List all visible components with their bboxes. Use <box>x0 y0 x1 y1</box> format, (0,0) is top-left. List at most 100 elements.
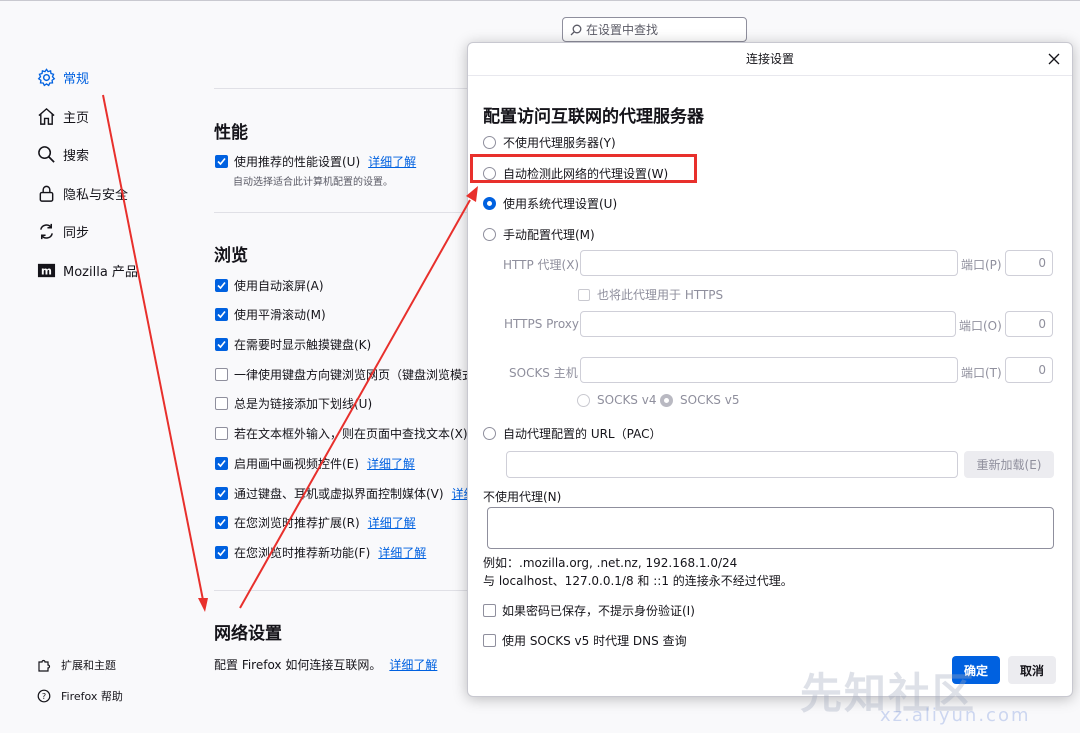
sidebar-item-label: 搜索 <box>63 148 90 164</box>
checkbox-checked[interactable] <box>215 308 228 321</box>
no-proxy-textarea[interactable] <box>487 507 1054 549</box>
radio-no-proxy[interactable]: 不使用代理服务器(Y) <box>483 134 616 151</box>
mozilla-icon: m <box>36 260 56 280</box>
sidebar-item-sync[interactable]: 同步 <box>36 221 89 241</box>
radio-label: 不使用代理服务器(Y) <box>503 136 616 150</box>
browsing-title: 浏览 <box>214 246 248 266</box>
checkbox[interactable] <box>215 427 228 440</box>
sidebar-item-label: 同步 <box>63 225 90 241</box>
option-label: 通过键盘、耳机或虚拟界面控制媒体(V) <box>234 487 444 501</box>
no-proxy-label: 不使用代理(N) <box>483 490 562 504</box>
checkbox[interactable] <box>215 397 228 410</box>
radio-system-proxy[interactable]: 使用系统代理设置(U) <box>483 195 617 212</box>
sidebar-item-label: Mozilla 产品 <box>63 264 138 280</box>
settings-search-input[interactable]: 在设置中查找 <box>562 17 747 42</box>
network-desc-text: 配置 Firefox 如何连接互联网。 <box>214 658 382 672</box>
network-description: 配置 Firefox 如何连接互联网。 详细了解 <box>214 656 437 673</box>
no-auth-prompt-checkbox[interactable]: 如果密码已保存，不提示身份验证(I) <box>483 602 695 619</box>
checkbox-checked[interactable] <box>215 516 228 529</box>
checkbox-checked[interactable] <box>215 546 228 559</box>
browsing-option[interactable]: 总是为链接添加下划线(U) <box>215 395 372 412</box>
http-proxy-input[interactable] <box>580 250 958 276</box>
radio-button-selected[interactable] <box>660 393 673 407</box>
close-icon[interactable] <box>1046 51 1062 67</box>
radio-label: SOCKS v5 <box>680 393 740 407</box>
option-label: 使用平滑滚动(M) <box>234 308 326 322</box>
gear-icon <box>36 67 56 87</box>
browsing-option[interactable]: 使用平滑滚动(M) <box>215 306 326 323</box>
option-label: 在您浏览时推荐新功能(F) <box>234 546 371 560</box>
network-title: 网络设置 <box>214 624 282 644</box>
radio-button-selected[interactable] <box>483 197 496 210</box>
learn-more-link[interactable]: 详细了解 <box>368 153 416 170</box>
http-port-input[interactable]: 0 <box>1005 250 1053 276</box>
also-use-for-https-checkbox[interactable]: 也将此代理用于 HTTPS <box>578 286 723 303</box>
sidebar-item-home[interactable]: 主页 <box>36 106 89 126</box>
sidebar-item-label: 常规 <box>63 71 90 87</box>
sidebar-footer-help[interactable]: ? Firefox 帮助 <box>37 688 123 704</box>
learn-more-link[interactable]: 详细了解 <box>368 514 416 531</box>
learn-more-link[interactable]: 详细了解 <box>378 544 426 561</box>
sidebar-item-search[interactable]: 搜索 <box>36 144 89 164</box>
sidebar-item-label: 主页 <box>63 110 90 126</box>
socks-v5-radio[interactable]: SOCKS v5 <box>660 393 739 407</box>
https-port-input[interactable]: 0 <box>1005 311 1053 337</box>
radio-manual-proxy[interactable]: 手动配置代理(M) <box>483 226 595 243</box>
browsing-option[interactable]: 使用自动滚屏(A) <box>215 277 324 294</box>
browsing-option[interactable]: 一律使用键盘方向键浏览网页（键盘浏览模式 <box>215 366 474 383</box>
https-proxy-input[interactable] <box>580 311 956 337</box>
sidebar-item-label: 隐私与安全 <box>63 187 129 203</box>
checkbox[interactable] <box>578 288 590 301</box>
option-label: 总是为链接添加下划线(U) <box>234 397 373 411</box>
learn-more-link[interactable]: 详细了解 <box>389 656 437 673</box>
option-label: 使用自动滚屏(A) <box>234 279 324 293</box>
radio-button[interactable] <box>483 427 496 440</box>
checkbox-checked[interactable] <box>215 338 228 351</box>
home-icon <box>36 106 56 126</box>
lock-icon <box>36 183 56 203</box>
sidebar-footer-label: 扩展和主题 <box>61 659 116 672</box>
checkbox[interactable] <box>215 368 228 381</box>
sidebar-item-general[interactable]: 常规 <box>36 67 89 87</box>
connection-settings-dialog: 连接设置 配置访问互联网的代理服务器 不使用代理服务器(Y) 自动检测此网络的代… <box>467 42 1073 697</box>
checkbox[interactable] <box>483 634 496 647</box>
search-placeholder: 在设置中查找 <box>586 23 659 37</box>
checkbox[interactable] <box>483 604 496 617</box>
dialog-title: 连接设置 <box>468 43 1072 76</box>
window-top-border <box>0 0 1080 1</box>
svg-text:m: m <box>41 265 52 277</box>
radio-button[interactable] <box>577 393 590 407</box>
option-label: 若在文本框外输入，则在页面中查找文本(X) <box>234 427 468 441</box>
section-divider <box>214 590 474 591</box>
sidebar-item-mozilla[interactable]: m Mozilla 产品 <box>36 260 138 280</box>
learn-more-link[interactable]: 详细了解 <box>367 455 415 472</box>
checkbox-checked[interactable] <box>215 155 228 168</box>
radio-pac-url[interactable]: 自动代理配置的 URL（PAC） <box>483 425 661 442</box>
pac-url-input[interactable] <box>506 451 958 478</box>
dialog-heading: 配置访问互联网的代理服务器 <box>483 107 704 127</box>
cancel-button[interactable]: 取消 <box>1008 656 1056 684</box>
checkbox-checked[interactable] <box>215 487 228 500</box>
performance-title: 性能 <box>214 123 248 143</box>
socks-host-input[interactable] <box>580 357 958 383</box>
browsing-option[interactable]: 若在文本框外输入，则在页面中查找文本(X) <box>215 425 468 442</box>
radio-button[interactable] <box>483 136 496 149</box>
checkbox-checked[interactable] <box>215 279 228 292</box>
checkbox-checked[interactable] <box>215 457 228 470</box>
browsing-option[interactable]: 在您浏览时推荐扩展(R) 详细了解 <box>215 514 416 531</box>
option-label: 在需要时显示触摸键盘(K) <box>234 338 372 352</box>
proxy-dns-checkbox[interactable]: 使用 SOCKS v5 时代理 DNS 查询 <box>483 632 687 649</box>
browsing-option[interactable]: 在需要时显示触摸键盘(K) <box>215 336 371 353</box>
socks-v4-radio[interactable]: SOCKS v4 <box>577 393 656 407</box>
socks-port-input[interactable]: 0 <box>1005 357 1053 383</box>
checkbox-label: 如果密码已保存，不提示身份验证(I) <box>502 604 695 618</box>
sidebar-item-privacy[interactable]: 隐私与安全 <box>36 183 128 203</box>
browsing-option[interactable]: 在您浏览时推荐新功能(F) 详细了解 <box>215 544 426 561</box>
radio-button[interactable] <box>483 228 496 241</box>
performance-option[interactable]: 使用推荐的性能设置(U) 详细了解 <box>215 153 416 170</box>
browsing-option[interactable]: 启用画中画视频控件(E) 详细了解 <box>215 455 415 472</box>
socks-port-label: 端口(T) <box>961 366 1002 380</box>
reload-button[interactable]: 重新加载(E) <box>964 451 1054 478</box>
sidebar-footer-extensions[interactable]: 扩展和主题 <box>37 657 116 673</box>
browsing-option[interactable]: 通过键盘、耳机或虚拟界面控制媒体(V) 详细 <box>215 485 476 502</box>
